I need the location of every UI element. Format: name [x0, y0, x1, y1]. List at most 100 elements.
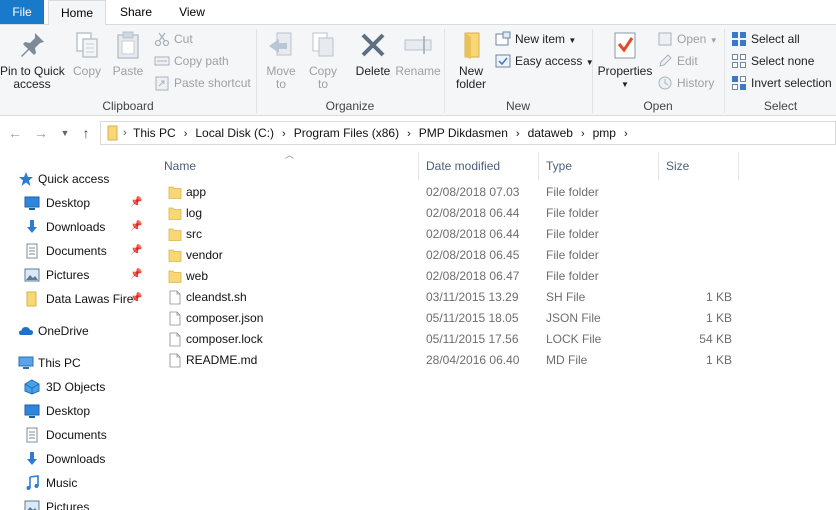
breadcrumb-chevron-icon[interactable]: › [274, 128, 294, 140]
file-size: 54 KB [699, 332, 732, 346]
rename-label: Rename [395, 64, 441, 78]
open-label: Open [677, 32, 707, 46]
file-type: SH File [546, 290, 586, 304]
pin-icon[interactable]: 📌 [130, 216, 142, 238]
back-button[interactable]: ← [6, 123, 24, 143]
breadcrumb-chevron-icon[interactable]: › [176, 128, 196, 140]
paste-shortcut-icon [155, 76, 169, 91]
new-folder-button[interactable]: New folder [451, 29, 491, 91]
file-row[interactable]: app 02/08/2018 07.03 File folder [150, 182, 836, 203]
select-all-button[interactable]: Select all [731, 29, 800, 49]
file-row[interactable]: cleandst.sh 03/11/2015 13.29 SH File 1 KB [150, 287, 836, 308]
new-item-icon [495, 31, 511, 46]
column-separator[interactable] [738, 152, 739, 180]
move-to-button[interactable]: Move to [261, 29, 301, 91]
file-size: 1 KB [705, 311, 732, 325]
properties-button[interactable]: Properties ▼ [595, 29, 655, 91]
cut-button[interactable]: Cut [154, 29, 193, 49]
delete-button[interactable]: Delete [351, 29, 395, 78]
tab-share[interactable]: Share [110, 0, 162, 24]
open-icon [658, 32, 672, 46]
file-name: composer.json [186, 311, 264, 325]
new-item-button[interactable]: New item ▼ [495, 29, 576, 49]
file-row[interactable]: README.md 28/04/2016 06.40 MD File 1 KB [150, 350, 836, 371]
pin-icon[interactable]: 📌 [130, 264, 142, 286]
file-row[interactable]: vendor 02/08/2018 06.45 File folder [150, 245, 836, 266]
address-bar[interactable]: › This PC › Local Disk (C:) › Program Files … [100, 121, 836, 145]
rename-button[interactable]: Rename [395, 29, 441, 78]
breadcrumb-item[interactable]: pmp [593, 126, 616, 140]
column-header-type[interactable]: Type [546, 152, 656, 180]
breadcrumb-item[interactable]: PMP Dikdasmen [419, 126, 508, 140]
file-row[interactable]: composer.json 05/11/2015 18.05 JSON File 1 … [150, 308, 836, 329]
properties-label: Properties [597, 64, 653, 78]
copy-path-button[interactable]: Copy path [154, 51, 229, 71]
edit-button[interactable]: Edit [657, 51, 698, 71]
tab-file[interactable]: File [0, 0, 44, 24]
pin-icon[interactable]: 📌 [130, 288, 142, 310]
pin-icon[interactable]: 📌 [130, 240, 142, 262]
nav-item-label: Desktop [46, 404, 91, 418]
file-date-modified: 05/11/2015 17.56 [426, 332, 519, 346]
file-row[interactable]: src 02/08/2018 06.44 File folder [150, 224, 836, 245]
copy-button[interactable]: Copy [68, 29, 106, 78]
file-icon [169, 332, 181, 347]
file-row[interactable]: log 02/08/2018 06.44 File folder [150, 203, 836, 224]
file-row[interactable]: web 02/08/2018 06.47 File folder [150, 266, 836, 287]
file-date-modified: 28/04/2016 06.40 [426, 353, 520, 367]
invert-selection-button[interactable]: Invert selection [731, 73, 832, 93]
3d-objects-icon [24, 379, 40, 395]
pin-icon[interactable]: 📌 [130, 192, 142, 214]
column-separator[interactable] [658, 152, 659, 180]
file-row[interactable]: composer.lock 05/11/2015 17.56 LOCK File 54… [150, 329, 836, 350]
file-date-modified: 03/11/2015 13.29 [426, 290, 519, 304]
breadcrumb-chevron-icon[interactable]: › [573, 128, 593, 140]
breadcrumb-item[interactable]: This PC [133, 126, 176, 140]
column-header-size[interactable]: Size [666, 152, 736, 180]
column-separator[interactable] [538, 152, 539, 180]
file-icon [169, 311, 181, 326]
clipboard-group-label: Clipboard [102, 99, 154, 113]
copy-icon [76, 32, 98, 58]
paste-button[interactable]: Paste [108, 29, 148, 78]
clipboard-icon [117, 31, 139, 59]
invert-selection-icon [732, 75, 746, 90]
paste-shortcut-button[interactable]: Paste shortcut [154, 73, 251, 93]
tab-view[interactable]: View [166, 0, 218, 24]
file-name: app [186, 185, 207, 199]
file-size [640, 266, 732, 287]
file-size [640, 182, 732, 203]
file-date-modified: 05/11/2015 18.05 [426, 311, 519, 325]
breadcrumb-chevron-icon[interactable]: › [616, 128, 636, 140]
file-type: File folder [546, 206, 599, 220]
breadcrumb-item[interactable]: Local Disk (C:) [195, 126, 274, 140]
open-button[interactable]: Open ▼ [657, 29, 718, 49]
forward-button[interactable]: → [32, 123, 50, 143]
copy-to-button[interactable]: Copy to [303, 29, 343, 91]
breadcrumb-chevron-icon[interactable]: › [508, 128, 528, 140]
history-icon [658, 76, 672, 90]
copy-to-label-line2: to [317, 77, 328, 91]
nav-item-label: Downloads [46, 220, 106, 234]
file-date-modified: 02/08/2018 06.44 [426, 227, 520, 241]
column-name-label: Name [164, 159, 197, 173]
select-none-label: Select none [751, 54, 815, 68]
desktop-icon [24, 404, 40, 418]
up-button[interactable]: ↑ [77, 123, 95, 143]
breadcrumb-chevron-icon[interactable]: › [399, 128, 419, 140]
easy-access-button[interactable]: Easy access ▼ [495, 51, 594, 71]
column-separator[interactable] [418, 152, 419, 180]
folder-icon [107, 125, 118, 141]
column-header-date[interactable]: Date modified [426, 152, 538, 180]
column-header-name[interactable]: Name [164, 152, 420, 180]
navigation-pane: Quick access Desktop 📌 Downloads 📌 Documents… [0, 152, 148, 510]
pin-to-quick-access-button[interactable]: Pin to Quick access [0, 29, 65, 91]
breadcrumb-item[interactable]: dataweb [528, 126, 573, 140]
new-group: New folder New item ▼ Easy access ▼ New [445, 25, 594, 116]
select-none-button[interactable]: Select none [731, 51, 814, 71]
recent-locations-button[interactable]: ▼ [56, 123, 74, 143]
breadcrumb-item[interactable]: Program Files (x86) [294, 126, 399, 140]
file-size [640, 245, 732, 266]
history-button[interactable]: History [657, 73, 714, 93]
tab-home[interactable]: Home [48, 0, 106, 25]
